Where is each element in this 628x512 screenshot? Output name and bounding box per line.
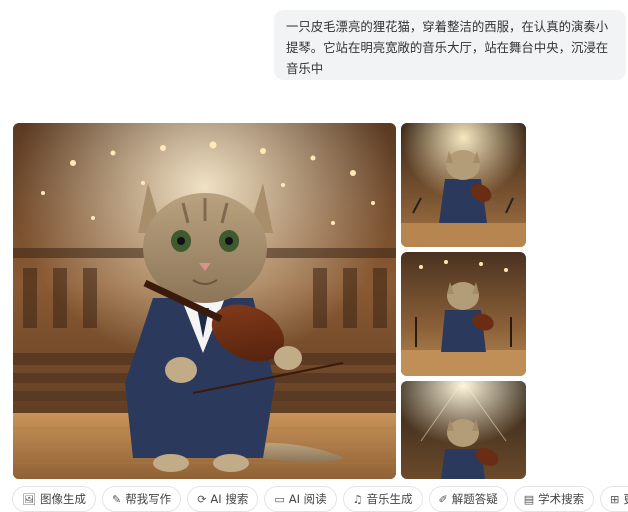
prompt-message-bubble: 一只皮毛漂亮的狸花猫，穿着整洁的西服，在认真的演奏小提琴。它站在明亮宽敞的音乐大… — [274, 10, 626, 80]
cat-violinist-stage-image — [401, 381, 526, 479]
ai-reading-label: AI 阅读 — [288, 492, 327, 506]
ai-reading-button[interactable]: ▭ AI 阅读 — [264, 486, 337, 512]
tool-bar: 🖼 图像生成 ✎ 帮我写作 ⟳ AI 搜索 ▭ AI 阅读 ♫ 音乐生成 ✐ 解… — [0, 486, 628, 512]
problem-solving-label: 解题答疑 — [451, 492, 498, 506]
ai-search-label: AI 搜索 — [210, 492, 249, 506]
problem-solving-button[interactable]: ✐ 解题答疑 — [428, 486, 508, 512]
scholar-search-label: 学术搜索 — [538, 492, 585, 506]
more-tools-label: 更多 — [623, 491, 628, 507]
prompt-text: 一只皮毛漂亮的狸花猫，穿着整洁的西服，在认真的演奏小提琴。它站在明亮宽敞的音乐大… — [286, 19, 609, 76]
generated-image-thumbnail-2[interactable] — [401, 252, 526, 376]
cat-violinist-concert-hall-image — [13, 123, 396, 479]
more-tools-button[interactable]: ⊞ 更多 — [600, 486, 628, 512]
image-generation-button[interactable]: 🖼 图像生成 — [12, 486, 96, 512]
cat-violinist-stage-image — [401, 123, 526, 247]
writing-assistant-label: 帮我写作 — [125, 492, 172, 506]
generated-image-thumbnail-1[interactable] — [401, 123, 526, 247]
music-generation-button[interactable]: ♫ 音乐生成 — [342, 486, 423, 512]
generated-image-thumbnail-3[interactable] — [401, 381, 526, 479]
writing-assistant-button[interactable]: ✎ 帮我写作 — [101, 486, 182, 512]
music-generation-label: 音乐生成 — [366, 492, 413, 506]
scholar-search-button[interactable]: ▤ 学术搜索 — [513, 486, 595, 512]
generated-image-main[interactable] — [13, 123, 396, 479]
cat-violinist-stage-image — [401, 252, 526, 376]
image-generation-label: 图像生成 — [39, 492, 86, 506]
ai-search-button[interactable]: ⟳ AI 搜索 — [187, 486, 259, 512]
